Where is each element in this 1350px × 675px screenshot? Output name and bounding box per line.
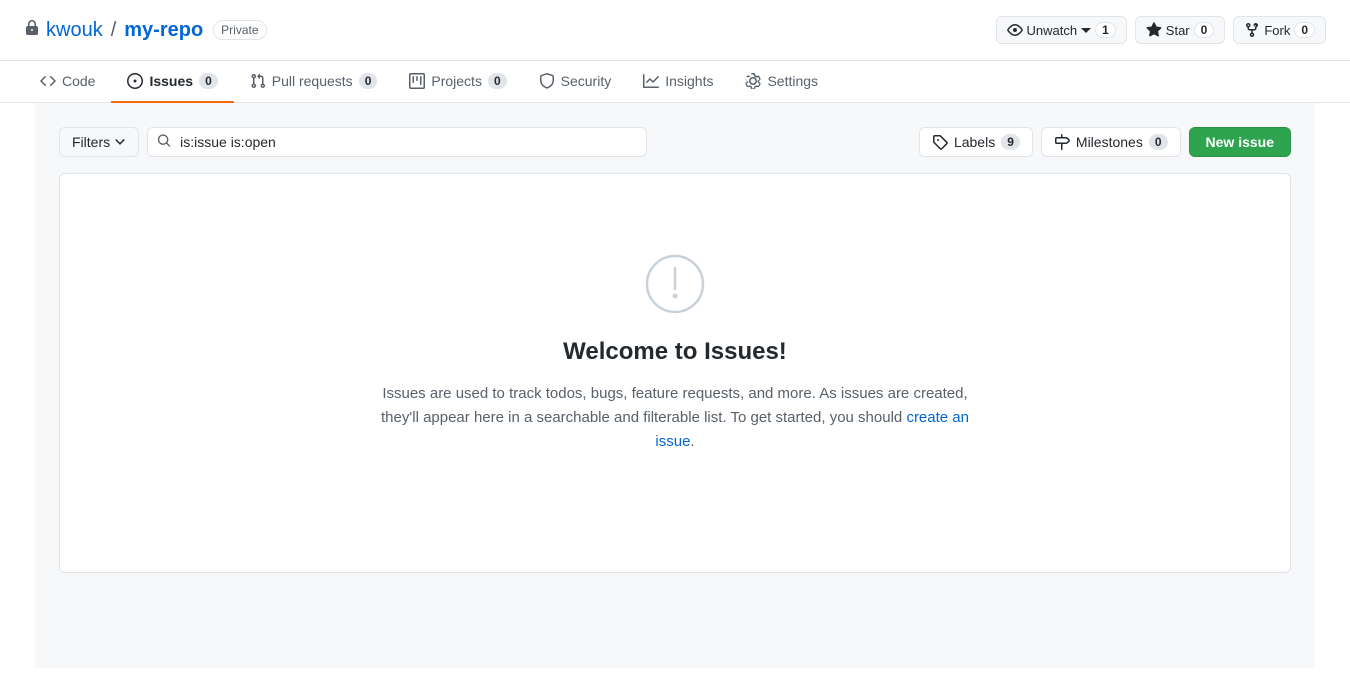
unwatch-count: 1 (1095, 22, 1116, 38)
lock-icon (24, 20, 40, 41)
settings-icon (745, 73, 761, 89)
milestones-count: 0 (1149, 134, 1168, 150)
star-count: 0 (1194, 22, 1215, 38)
empty-state-icon (645, 254, 705, 314)
eye-icon (1007, 22, 1023, 38)
repo-title: kwouk / my-repo Private (24, 19, 267, 42)
issues-toolbar: Filters (59, 127, 1291, 157)
tab-code-label: Code (62, 73, 95, 89)
repo-slash: / (111, 19, 117, 42)
search-wrapper (147, 127, 647, 157)
unwatch-button[interactable]: Unwatch 1 (996, 16, 1127, 44)
milestones-button[interactable]: Milestones 0 (1041, 127, 1181, 157)
tab-issues-label: Issues (149, 73, 193, 89)
tab-settings-label: Settings (767, 73, 818, 89)
tab-security[interactable]: Security (523, 61, 628, 103)
fork-label: Fork (1264, 23, 1290, 38)
tab-security-label: Security (561, 73, 612, 89)
repo-header: kwouk / my-repo Private Unwatch 1 Star 0 (0, 0, 1350, 61)
fork-icon (1244, 22, 1260, 38)
projects-icon (409, 73, 425, 89)
empty-description-suffix: . (690, 433, 694, 450)
toolbar-right: Labels 9 Milestones 0 New issue (919, 127, 1291, 157)
filters-button[interactable]: Filters (59, 127, 139, 157)
label-icon (932, 134, 948, 150)
tab-projects-label: Projects (431, 73, 482, 89)
tab-settings[interactable]: Settings (729, 61, 834, 103)
labels-button[interactable]: Labels 9 (919, 127, 1033, 157)
milestone-icon (1054, 134, 1070, 150)
tab-pull-requests[interactable]: Pull requests 0 (234, 61, 394, 103)
tab-insights-label: Insights (665, 73, 713, 89)
empty-state-description: Issues are used to track todos, bugs, fe… (375, 382, 975, 454)
main-content: Filters (35, 103, 1315, 668)
tab-pr-label: Pull requests (272, 73, 353, 89)
milestones-label: Milestones (1076, 134, 1143, 150)
repo-owner-link[interactable]: kwouk (46, 19, 103, 42)
tab-insights[interactable]: Insights (627, 61, 729, 103)
empty-description-prefix: Issues are used to track todos, bugs, fe… (381, 385, 968, 426)
star-icon (1146, 22, 1162, 38)
unwatch-label: Unwatch (1027, 23, 1078, 38)
pr-icon (250, 73, 266, 89)
toolbar-left: Filters (59, 127, 919, 157)
empty-state-title: Welcome to Issues! (563, 338, 787, 366)
repo-nav: Code Issues 0 Pull requests 0 Projects 0 (0, 61, 1350, 103)
issues-icon (127, 73, 143, 89)
empty-state: Welcome to Issues! Issues are used to tr… (60, 174, 1290, 534)
repo-name-link[interactable]: my-repo (124, 19, 203, 42)
new-issue-button[interactable]: New issue (1189, 127, 1291, 157)
fork-button[interactable]: Fork 0 (1233, 16, 1326, 44)
tab-code[interactable]: Code (24, 61, 111, 103)
security-icon (539, 73, 555, 89)
pr-count: 0 (359, 73, 378, 89)
repo-actions: Unwatch 1 Star 0 Fork 0 (996, 16, 1326, 44)
chevron-down-icon (114, 136, 126, 148)
projects-count: 0 (488, 73, 507, 89)
private-badge: Private (213, 20, 266, 40)
tab-issues[interactable]: Issues 0 (111, 61, 233, 103)
tab-projects[interactable]: Projects 0 (393, 61, 522, 103)
labels-label: Labels (954, 134, 995, 150)
filters-label: Filters (72, 134, 110, 150)
code-icon (40, 73, 56, 89)
star-button[interactable]: Star 0 (1135, 16, 1226, 44)
labels-count: 9 (1001, 134, 1020, 150)
insights-icon (643, 73, 659, 89)
page-wrapper: kwouk / my-repo Private Unwatch 1 Star 0 (0, 0, 1350, 675)
star-label: Star (1166, 23, 1190, 38)
search-icon (157, 134, 171, 151)
issues-count: 0 (199, 73, 218, 89)
fork-count: 0 (1294, 22, 1315, 38)
dropdown-icon (1081, 25, 1091, 35)
search-input[interactable] (147, 127, 647, 157)
issues-container: Welcome to Issues! Issues are used to tr… (59, 173, 1291, 573)
